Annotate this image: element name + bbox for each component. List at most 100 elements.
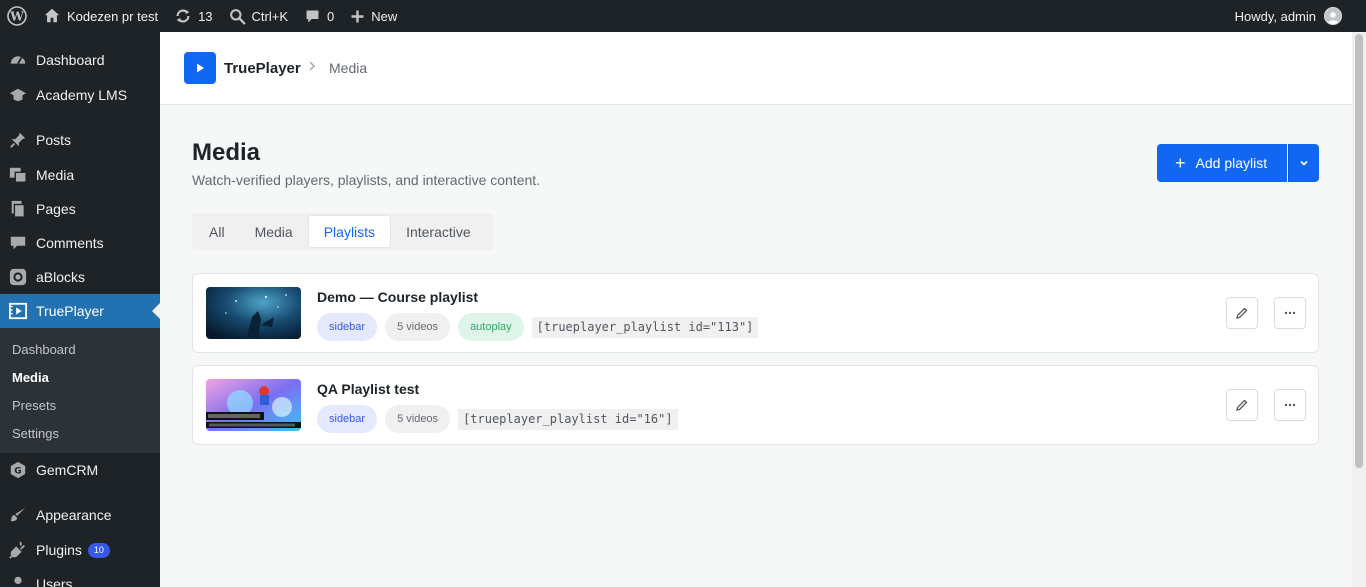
playlist-meta: sidebar 5 videos autoplay [trueplayer_pl… bbox=[317, 313, 759, 341]
comments-link[interactable]: 0 bbox=[296, 0, 342, 32]
sidebar-item-comments[interactable]: Comments bbox=[0, 226, 160, 260]
edit-button[interactable] bbox=[1226, 389, 1258, 421]
comments-count: 0 bbox=[327, 8, 335, 24]
pencil-icon bbox=[1236, 307, 1248, 319]
new-label: New bbox=[371, 8, 398, 24]
updates-count: 13 bbox=[198, 8, 213, 24]
video-count-badge: 5 videos bbox=[385, 313, 451, 341]
comment-icon bbox=[306, 10, 319, 22]
plugin-header: TruePlayer Media bbox=[160, 32, 1352, 105]
add-options-dropdown[interactable] bbox=[1288, 144, 1319, 182]
sidebar-item-ablocks[interactable]: aBlocks bbox=[0, 260, 160, 294]
underwater-thumbnail-image bbox=[206, 287, 301, 339]
site-name-link[interactable]: Kodezen pr test bbox=[35, 0, 166, 32]
edit-button[interactable] bbox=[1226, 297, 1258, 329]
add-playlist-button[interactable]: + Add playlist bbox=[1157, 144, 1287, 182]
avatar bbox=[1324, 7, 1342, 25]
tab-all[interactable]: All bbox=[194, 215, 240, 248]
my-account[interactable]: Howdy, admin bbox=[1235, 7, 1366, 25]
playlist-card[interactable]: Demo — Course playlist sidebar 5 videos … bbox=[192, 273, 1319, 353]
sidebar-item-plugins[interactable]: Plugins 10 bbox=[0, 533, 160, 567]
sidebar-item-label: Appearance bbox=[36, 507, 112, 523]
sidebar-item-label: aBlocks bbox=[36, 269, 86, 285]
more-actions-button[interactable] bbox=[1274, 297, 1306, 329]
graduation-cap-icon bbox=[8, 85, 28, 105]
ablocks-icon bbox=[8, 267, 28, 287]
sidebar-item-users[interactable]: Users bbox=[0, 567, 160, 587]
search-shortcut-label: Ctrl+K bbox=[251, 8, 289, 24]
search-icon bbox=[229, 8, 246, 24]
sidebar-item-label: Plugins bbox=[36, 542, 82, 558]
page-title: Media bbox=[192, 139, 261, 166]
shortcode[interactable]: [trueplayer_playlist id="113"] bbox=[531, 316, 759, 338]
submenu-item-media[interactable]: Media bbox=[12, 370, 49, 385]
plus-icon bbox=[351, 10, 364, 22]
sidebar-item-label: Posts bbox=[36, 132, 72, 148]
home-icon bbox=[44, 8, 60, 23]
sidebar-item-label: GemCRM bbox=[36, 462, 99, 478]
layout-badge: sidebar bbox=[317, 313, 378, 341]
sidebar-item-posts[interactable]: Posts bbox=[0, 123, 160, 157]
playlist-thumbnail[interactable] bbox=[206, 287, 301, 339]
submenu-item-presets[interactable]: Presets bbox=[12, 398, 56, 413]
plugin-icon bbox=[8, 540, 28, 560]
submenu-item-settings[interactable]: Settings bbox=[12, 426, 59, 441]
submenu-item-dashboard[interactable]: Dashboard bbox=[12, 342, 76, 357]
trueplayer-submenu: Dashboard Media Presets Settings bbox=[0, 328, 160, 453]
sidebar-item-trueplayer[interactable]: TruePlayer bbox=[0, 294, 160, 328]
brand-name: TruePlayer bbox=[224, 60, 301, 77]
sidebar-item-label: Users bbox=[36, 576, 73, 587]
playlist-title[interactable]: Demo — Course playlist bbox=[317, 289, 478, 305]
game-thumbnail-image bbox=[206, 379, 301, 431]
comment-icon bbox=[8, 233, 28, 253]
video-icon bbox=[8, 301, 28, 321]
plus-icon: + bbox=[1175, 153, 1186, 173]
chevron-down-icon bbox=[1300, 160, 1308, 166]
scrollbar-thumb[interactable] bbox=[1355, 34, 1363, 468]
playlist-thumbnail[interactable] bbox=[206, 379, 301, 431]
site-name: Kodezen pr test bbox=[67, 8, 159, 24]
chevron-right-icon bbox=[307, 59, 317, 76]
pages-icon bbox=[8, 199, 28, 219]
sidebar-item-academy-lms[interactable]: Academy LMS bbox=[0, 78, 160, 112]
layout-badge: sidebar bbox=[317, 405, 378, 433]
admin-bar: W Kodezen pr test 13 Ctrl+K 0 New Howdy,… bbox=[0, 0, 1366, 32]
wordpress-icon: W bbox=[7, 6, 27, 26]
tab-media[interactable]: Media bbox=[240, 215, 308, 248]
sidebar-item-label: Media bbox=[36, 167, 75, 183]
pin-icon bbox=[8, 130, 28, 150]
sidebar-item-pages[interactable]: Pages bbox=[0, 192, 160, 226]
sidebar-item-media[interactable]: Media bbox=[0, 158, 160, 192]
greeting: Howdy, admin bbox=[1234, 8, 1316, 24]
svg-text:W: W bbox=[9, 10, 24, 24]
shortcode[interactable]: [trueplayer_playlist id="16"] bbox=[458, 408, 678, 430]
sidebar-item-appearance[interactable]: Appearance bbox=[0, 498, 160, 532]
sidebar-item-gemcrm[interactable]: G GemCRM bbox=[0, 453, 160, 487]
wordpress-logo-button[interactable]: W bbox=[0, 0, 35, 32]
updates-link[interactable]: 13 bbox=[166, 0, 220, 32]
sidebar-item-dashboard[interactable]: Dashboard bbox=[0, 43, 160, 77]
playlist-title[interactable]: QA Playlist test bbox=[317, 381, 419, 397]
svg-text:G: G bbox=[14, 467, 21, 477]
tab-interactive[interactable]: Interactive bbox=[391, 215, 486, 248]
search-shortcut[interactable]: Ctrl+K bbox=[221, 0, 296, 32]
autoplay-badge: autoplay bbox=[458, 313, 524, 341]
dashboard-icon bbox=[8, 50, 28, 70]
user-avatar-icon bbox=[1327, 12, 1339, 24]
video-count-badge: 5 videos bbox=[385, 405, 451, 433]
gemcrm-icon: G bbox=[8, 460, 28, 480]
new-content-link[interactable]: New bbox=[342, 0, 405, 32]
page-scrollbar[interactable] bbox=[1352, 32, 1366, 587]
media-icon bbox=[8, 165, 28, 185]
sidebar-item-label: Comments bbox=[36, 235, 104, 251]
more-horizontal-icon bbox=[1284, 311, 1296, 315]
playlist-card[interactable]: QA Playlist test sidebar 5 videos [truep… bbox=[192, 365, 1319, 445]
breadcrumb[interactable]: Media bbox=[329, 60, 367, 76]
tab-playlists[interactable]: Playlists bbox=[307, 215, 392, 248]
page-subtitle: Watch-verified players, playlists, and i… bbox=[192, 172, 541, 188]
add-playlist-label: Add playlist bbox=[1195, 155, 1268, 171]
more-actions-button[interactable] bbox=[1274, 389, 1306, 421]
sidebar-item-label: TruePlayer bbox=[36, 303, 104, 319]
trueplayer-logo[interactable] bbox=[184, 52, 216, 84]
content-tabs: All Media Playlists Interactive bbox=[192, 213, 494, 250]
